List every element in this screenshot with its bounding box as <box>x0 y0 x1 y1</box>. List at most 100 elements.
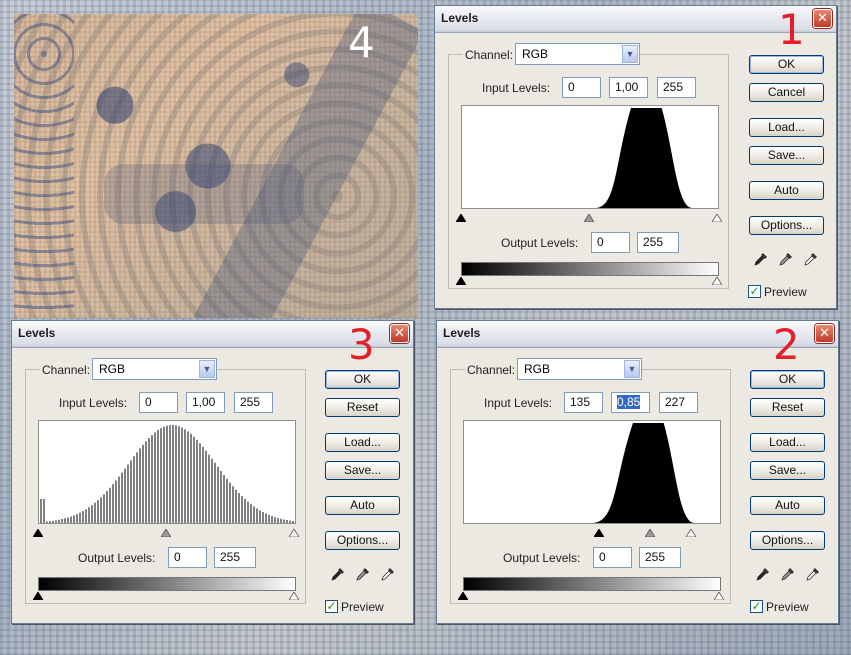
white-point-slider[interactable] <box>711 211 723 223</box>
options-button[interactable]: Options... <box>325 531 400 550</box>
white-point-slider[interactable] <box>288 526 300 538</box>
cancel-button[interactable]: Cancel <box>749 83 824 102</box>
close-button[interactable]: ✕ <box>390 324 409 343</box>
button-label: Reset <box>771 400 804 414</box>
input-level-field[interactable]: 0 <box>562 77 601 98</box>
levels-dialog-2: Levels ✕ 2 Channel: RGB ▼ Input Levels: 135 0,85… <box>436 320 839 624</box>
black-point-slider[interactable] <box>32 526 44 538</box>
title-bar[interactable]: Levels ✕ <box>435 6 836 33</box>
output-gradient-bar <box>463 577 721 591</box>
reset-button[interactable]: Reset <box>325 398 400 417</box>
button-label: OK <box>353 372 372 386</box>
dialog-step-number: 3 <box>348 320 375 369</box>
load-button[interactable]: Load... <box>325 433 400 452</box>
input-level-value: 135 <box>570 395 591 409</box>
load-button[interactable]: Load... <box>749 118 824 137</box>
midtone-slider[interactable] <box>160 526 172 538</box>
output-white-slider[interactable] <box>711 274 723 286</box>
midtone-slider[interactable] <box>644 526 656 538</box>
output-black-slider[interactable] <box>457 589 469 601</box>
close-icon: ✕ <box>817 10 828 25</box>
input-levels-label: Input Levels: <box>59 396 128 410</box>
output-level-value: 255 <box>220 550 241 564</box>
ok-button[interactable]: OK <box>749 55 824 74</box>
button-label: OK <box>777 57 796 71</box>
preview-checkbox[interactable]: ✓ <box>748 285 761 298</box>
output-level-field[interactable]: 255 <box>637 232 679 253</box>
input-level-field[interactable]: 1,00 <box>186 392 225 413</box>
input-level-field[interactable]: 0,85 <box>611 392 650 413</box>
preview-label: Preview <box>766 600 809 614</box>
midtone-slider[interactable] <box>583 211 595 223</box>
white-point-slider[interactable] <box>685 526 697 538</box>
load-button[interactable]: Load... <box>750 433 825 452</box>
output-level-field[interactable]: 0 <box>591 232 630 253</box>
save-button[interactable]: Save... <box>749 146 824 165</box>
chevron-down-icon[interactable]: ▼ <box>622 45 638 63</box>
gray-eyedropper-icon[interactable] <box>780 566 796 582</box>
channel-label: Channel: <box>465 363 518 377</box>
dialog-title: Levels <box>441 11 479 25</box>
auto-button[interactable]: Auto <box>749 181 824 200</box>
channel-select[interactable]: RGB ▼ <box>92 358 217 380</box>
save-button[interactable]: Save... <box>325 461 400 480</box>
input-level-value: 1,00 <box>615 80 639 94</box>
chevron-down-icon[interactable]: ▼ <box>199 360 215 378</box>
auto-button[interactable]: Auto <box>325 496 400 515</box>
channel-select[interactable]: RGB ▼ <box>517 358 642 380</box>
white-eyedropper-icon[interactable] <box>805 566 821 582</box>
photo-texture <box>14 14 74 318</box>
output-black-slider[interactable] <box>455 274 467 286</box>
check-icon: ✓ <box>326 599 337 613</box>
black-eyedropper-icon[interactable] <box>330 566 346 582</box>
black-eyedropper-icon[interactable] <box>755 566 771 582</box>
white-eyedropper-icon[interactable] <box>380 566 396 582</box>
input-level-value: 255 <box>663 80 684 94</box>
button-label: Auto <box>774 183 799 197</box>
input-level-field[interactable]: 135 <box>564 392 603 413</box>
histogram-shape <box>592 423 695 523</box>
levels-dialog-3: Levels ✕ 3 Channel: RGB ▼ Input Levels: 0 1,00 25… <box>11 320 414 624</box>
button-label: Options... <box>760 218 813 232</box>
black-point-slider[interactable] <box>455 211 467 223</box>
ok-button[interactable]: OK <box>750 370 825 389</box>
close-button[interactable]: ✕ <box>815 324 834 343</box>
output-levels-label: Output Levels: <box>501 236 579 250</box>
check-icon: ✓ <box>751 599 762 613</box>
chevron-down-icon[interactable]: ▼ <box>624 360 640 378</box>
output-black-slider[interactable] <box>32 589 44 601</box>
input-level-field[interactable]: 255 <box>234 392 273 413</box>
auto-button[interactable]: Auto <box>750 496 825 515</box>
preview-checkbox[interactable]: ✓ <box>750 600 763 613</box>
check-icon: ✓ <box>749 284 760 298</box>
input-level-value: 0,85 <box>617 395 641 409</box>
close-button[interactable]: ✕ <box>813 9 832 28</box>
input-level-field[interactable]: 227 <box>659 392 698 413</box>
white-eyedropper-icon[interactable] <box>803 251 819 267</box>
gray-eyedropper-icon[interactable] <box>778 251 794 267</box>
output-level-field[interactable]: 0 <box>593 547 632 568</box>
save-button[interactable]: Save... <box>750 461 825 480</box>
output-level-value: 255 <box>643 235 664 249</box>
options-button[interactable]: Options... <box>749 216 824 235</box>
input-level-field[interactable]: 0 <box>139 392 178 413</box>
preview-checkbox[interactable]: ✓ <box>325 600 338 613</box>
ok-button[interactable]: OK <box>325 370 400 389</box>
input-levels-label: Input Levels: <box>482 81 551 95</box>
output-level-field[interactable]: 255 <box>639 547 681 568</box>
gray-eyedropper-icon[interactable] <box>355 566 371 582</box>
input-level-field[interactable]: 255 <box>657 77 696 98</box>
black-point-slider[interactable] <box>592 526 605 538</box>
channel-label: Channel: <box>40 363 93 377</box>
black-eyedropper-icon[interactable] <box>753 251 769 267</box>
options-button[interactable]: Options... <box>750 531 825 550</box>
histogram <box>463 420 721 524</box>
output-white-slider[interactable] <box>288 589 300 601</box>
reset-button[interactable]: Reset <box>750 398 825 417</box>
output-level-field[interactable]: 0 <box>168 547 207 568</box>
channel-select[interactable]: RGB ▼ <box>515 43 640 65</box>
output-white-slider[interactable] <box>713 589 725 601</box>
output-level-field[interactable]: 255 <box>214 547 256 568</box>
input-level-field[interactable]: 1,00 <box>609 77 648 98</box>
channel-select-value: RGB <box>524 362 551 376</box>
